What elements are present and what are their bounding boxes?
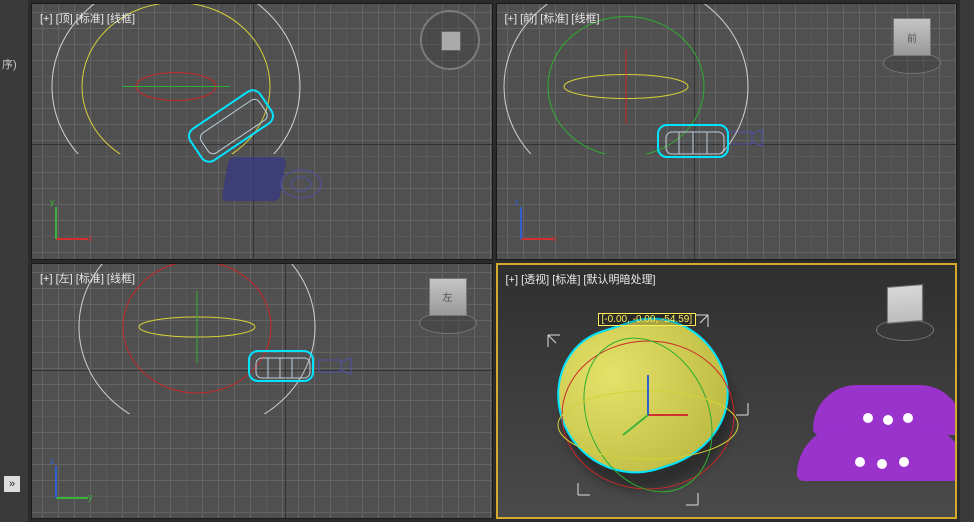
side-panel-label: 序)	[2, 56, 26, 72]
gizmo-circles	[497, 4, 797, 154]
viewport-label[interactable]: [+] [透视] [标准] [默认明暗处理]	[506, 271, 656, 287]
viewport-label[interactable]: [+] [左] [标准] [线框]	[40, 270, 135, 286]
viewcube-face[interactable]: 左	[429, 278, 467, 316]
viewcube-face[interactable]	[887, 284, 923, 324]
viewport-label[interactable]: [+] [前] [标准] [线框]	[505, 10, 600, 26]
viewport-front[interactable]: [+] [前] [标准] [线框] 前 z x	[496, 3, 958, 260]
viewport-container: [+] [顶] [标准] [线框] y x	[28, 0, 960, 522]
gizmo-circles	[32, 264, 332, 414]
axis-y-label: y	[88, 492, 93, 502]
axis-x-label: x	[553, 233, 558, 243]
axis-y-label: y	[50, 197, 55, 207]
view-cube[interactable]: 前	[886, 14, 938, 80]
viewport-perspective[interactable]: [+] [透视] [标准] [默认明暗处理] [-0.00, -0.00, -5…	[496, 263, 958, 520]
axis-x-label: x	[88, 233, 93, 243]
camera-icon	[276, 164, 326, 204]
object-purple-2[interactable]	[797, 425, 957, 481]
axis-tripod-front: z x	[513, 197, 563, 247]
coordinate-readout: [-0.00, -0.00, -54.59]	[598, 313, 697, 326]
view-compass[interactable]	[420, 10, 480, 70]
right-panel-strip[interactable]	[960, 0, 974, 522]
viewport-top[interactable]: [+] [顶] [标准] [线框] y x	[31, 3, 493, 260]
selected-object-left[interactable]	[248, 350, 314, 382]
gizmo-circles	[32, 4, 332, 154]
expand-panel-button[interactable]: »	[4, 476, 20, 492]
axis-tripod-persp	[675, 425, 725, 475]
axis-z-label: z	[515, 197, 520, 207]
bounding-box-handles[interactable]	[518, 295, 778, 520]
viewcube-face[interactable]: 前	[893, 18, 931, 56]
axis-tripod-left: z y	[48, 456, 98, 506]
axis-tripod-top: y x	[48, 197, 98, 247]
axis-z-label: z	[50, 456, 55, 466]
selected-object-front[interactable]	[657, 124, 729, 158]
viewport-label[interactable]: [+] [顶] [标准] [线框]	[40, 10, 135, 26]
viewport-left[interactable]: [+] [左] [标准] [线框] 左 z y	[31, 263, 493, 520]
view-cube[interactable]	[879, 281, 931, 347]
compass-face-icon	[441, 31, 461, 51]
view-cube[interactable]: 左	[422, 274, 474, 340]
